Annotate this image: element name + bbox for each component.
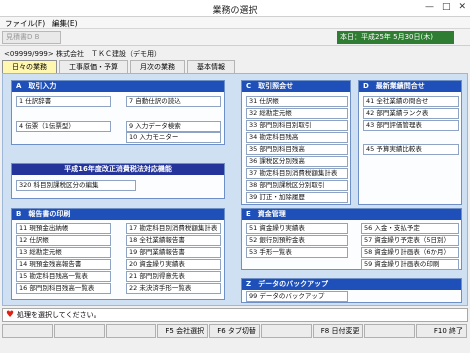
menu-item[interactable]: 38 部門別課税区分別取引 <box>246 180 348 191</box>
heart-icon: ♥ <box>6 310 15 320</box>
section-title: Z データのバックアップ <box>242 279 461 290</box>
menu-item[interactable]: 320 科目別課税区分の編集 <box>16 180 136 191</box>
menu-edit[interactable]: 編集(E) <box>52 18 78 29</box>
fkey-1[interactable] <box>2 324 53 338</box>
menu-item[interactable]: 16 部門別科目残高一覧表 <box>16 283 111 294</box>
menu-item[interactable]: 1 仕訳辞書 <box>16 96 111 107</box>
today-date: 本日：平成25年 5月30日(木) <box>337 31 454 44</box>
menu-item[interactable]: 9 入力データ検索 <box>126 121 221 132</box>
menu-item[interactable]: 14 現預金残高報告書 <box>16 259 111 270</box>
tab-cost-budget[interactable]: 工事原価・予算 <box>59 60 128 73</box>
menu-item[interactable]: 99 データのバックアップ <box>246 291 348 302</box>
menu-item[interactable]: 17 勘定科目別消費税額集計表 <box>126 223 221 234</box>
menu-item[interactable]: 35 部門別科目残高 <box>246 144 348 155</box>
estimate-db-button[interactable]: 見積書D B <box>2 31 61 44</box>
fkey-6[interactable] <box>260 324 312 338</box>
menu-item[interactable]: 51 資金繰り実績表 <box>246 223 348 234</box>
menu-item[interactable]: 36 課税区分別残高 <box>246 156 348 167</box>
status-text: 処理を選択してください。 <box>17 311 101 319</box>
menu-item[interactable]: 37 勘定科目別消費税額集計表 <box>246 168 348 179</box>
fkey-3[interactable] <box>105 324 157 338</box>
fkey-company-select[interactable]: F5 会社選択 <box>157 324 209 338</box>
menu-item[interactable]: 13 総勘定元帳 <box>16 247 111 258</box>
menu-item[interactable]: 4 伝票（1伝票型） <box>16 121 111 132</box>
section-reports: B 報告書の印刷 11 現預金出納帳 17 勘定科目別消費税額集計表 12 仕訳… <box>11 208 225 300</box>
menu-item[interactable]: 34 勘定科目残高 <box>246 132 348 143</box>
company-name: <09999/999> 株式会社 ＴＫＣ建設（デモ用） <box>4 50 161 58</box>
fkey-tab-switch[interactable]: F6 タブ切替 <box>209 324 260 338</box>
menu-item[interactable]: 45 予算実績比較表 <box>363 144 459 155</box>
menu-item[interactable]: 32 総勘定元帳 <box>246 108 348 119</box>
menu-item[interactable]: 59 資金繰り計画表の印刷 <box>361 259 459 270</box>
tab-daily[interactable]: 日々の業務 <box>2 60 57 73</box>
fkey-date-change[interactable]: F8 日付変更 <box>312 324 364 338</box>
section-cash-management: E 資金管理 51 資金繰り実績表 56 入金・支払予定 52 銀行別預貯金表 … <box>241 208 462 270</box>
section-transaction-input: A 取引入力 1 仕訳辞書 7 自動仕訳の読込 4 伝票（1伝票型） 9 入力デ… <box>11 80 225 145</box>
menu-panel: A 取引入力 1 仕訳辞書 7 自動仕訳の読込 4 伝票（1伝票型） 9 入力デ… <box>2 73 468 306</box>
maximize-icon[interactable]: □ <box>442 2 451 12</box>
section-title: B 報告書の印刷 <box>12 209 224 220</box>
menu-item[interactable]: 20 資金繰り実績表 <box>126 259 221 270</box>
fkey-2[interactable] <box>53 324 105 338</box>
status-bar: ♥ 処理を選択してください。 <box>2 308 468 322</box>
menu-item[interactable]: 57 資金繰り予定表（5日別） <box>361 235 459 246</box>
menu-file[interactable]: ファイル(F) <box>5 18 45 29</box>
menu-item[interactable]: 7 自動仕訳の読込 <box>126 96 221 107</box>
section-title: C 取引照会せ <box>242 81 350 92</box>
menu-item[interactable]: 58 資金繰り計画表（6か月） <box>361 247 459 258</box>
section-title: A 取引入力 <box>12 81 224 92</box>
section-transaction-inquiry: C 取引照会せ 31 仕訳帳 32 総勘定元帳 33 部門別科目別取引 34 勘… <box>241 80 351 205</box>
section-backup: Z データのバックアップ 99 データのバックアップ <box>241 278 462 303</box>
menu-item[interactable]: 15 勘定科目残高一覧表 <box>16 271 111 282</box>
window-bottom <box>0 339 470 353</box>
menu-item[interactable]: 11 現預金出納帳 <box>16 223 111 234</box>
menu-item[interactable]: 53 手形一覧表 <box>246 247 348 258</box>
menu-item[interactable]: 22 未決済手形一覧表 <box>126 283 221 294</box>
section-latest-performance: D 最新業績問合せ 41 全社業績の問合せ 42 部門業績ランク表 43 部門評… <box>358 80 462 205</box>
section-title: D 最新業績問合せ <box>359 81 461 92</box>
menu-item[interactable]: 18 全社業績報告書 <box>126 235 221 246</box>
menu-bar: ファイル(F) 編集(E) <box>0 17 470 29</box>
fkey-exit[interactable]: F10 終了 <box>416 324 468 338</box>
menu-item[interactable]: 42 部門業績ランク表 <box>363 108 459 119</box>
menu-item[interactable]: 52 銀行別預貯金表 <box>246 235 348 246</box>
tab-monthly[interactable]: 月次の業務 <box>130 60 185 73</box>
menu-item[interactable]: 43 部門評価管理表 <box>363 120 459 131</box>
fkey-8[interactable] <box>364 324 416 338</box>
section-title: 平成16年度改正消費税法対応機能 <box>12 164 224 175</box>
close-icon[interactable]: ✕ <box>458 2 466 12</box>
function-key-bar: F5 会社選択 F6 タブ切替 F8 日付変更 F10 終了 <box>2 324 468 338</box>
menu-item[interactable]: 56 入金・支払予定 <box>361 223 459 234</box>
tab-basic-info[interactable]: 基本情報 <box>187 60 235 73</box>
menu-item[interactable]: 12 仕訳帳 <box>16 235 111 246</box>
toolbar: 見積書D B 本日：平成25年 5月30日(木) <box>0 29 470 46</box>
menu-item[interactable]: 33 部門別科目別取引 <box>246 120 348 131</box>
title-bar: 業務の選択 — □ ✕ <box>0 0 470 17</box>
minimize-icon[interactable]: — <box>425 2 434 12</box>
window-title: 業務の選択 <box>212 6 258 16</box>
tab-bar: 日々の業務 工事原価・予算 月次の業務 基本情報 <box>2 60 237 73</box>
menu-item[interactable]: 39 訂正・加除履歴 <box>246 192 348 203</box>
section-title: E 資金管理 <box>242 209 461 220</box>
menu-item[interactable]: 19 部門業績報告書 <box>126 247 221 258</box>
menu-item[interactable]: 31 仕訳帳 <box>246 96 348 107</box>
section-tax-reform: 平成16年度改正消費税法対応機能 320 科目別課税区分の編集 <box>11 163 225 199</box>
menu-item[interactable]: 21 部門別得意先表 <box>126 271 221 282</box>
menu-item[interactable]: 41 全社業績の問合せ <box>363 96 459 107</box>
menu-item[interactable]: 10 入力モニター <box>126 132 221 143</box>
